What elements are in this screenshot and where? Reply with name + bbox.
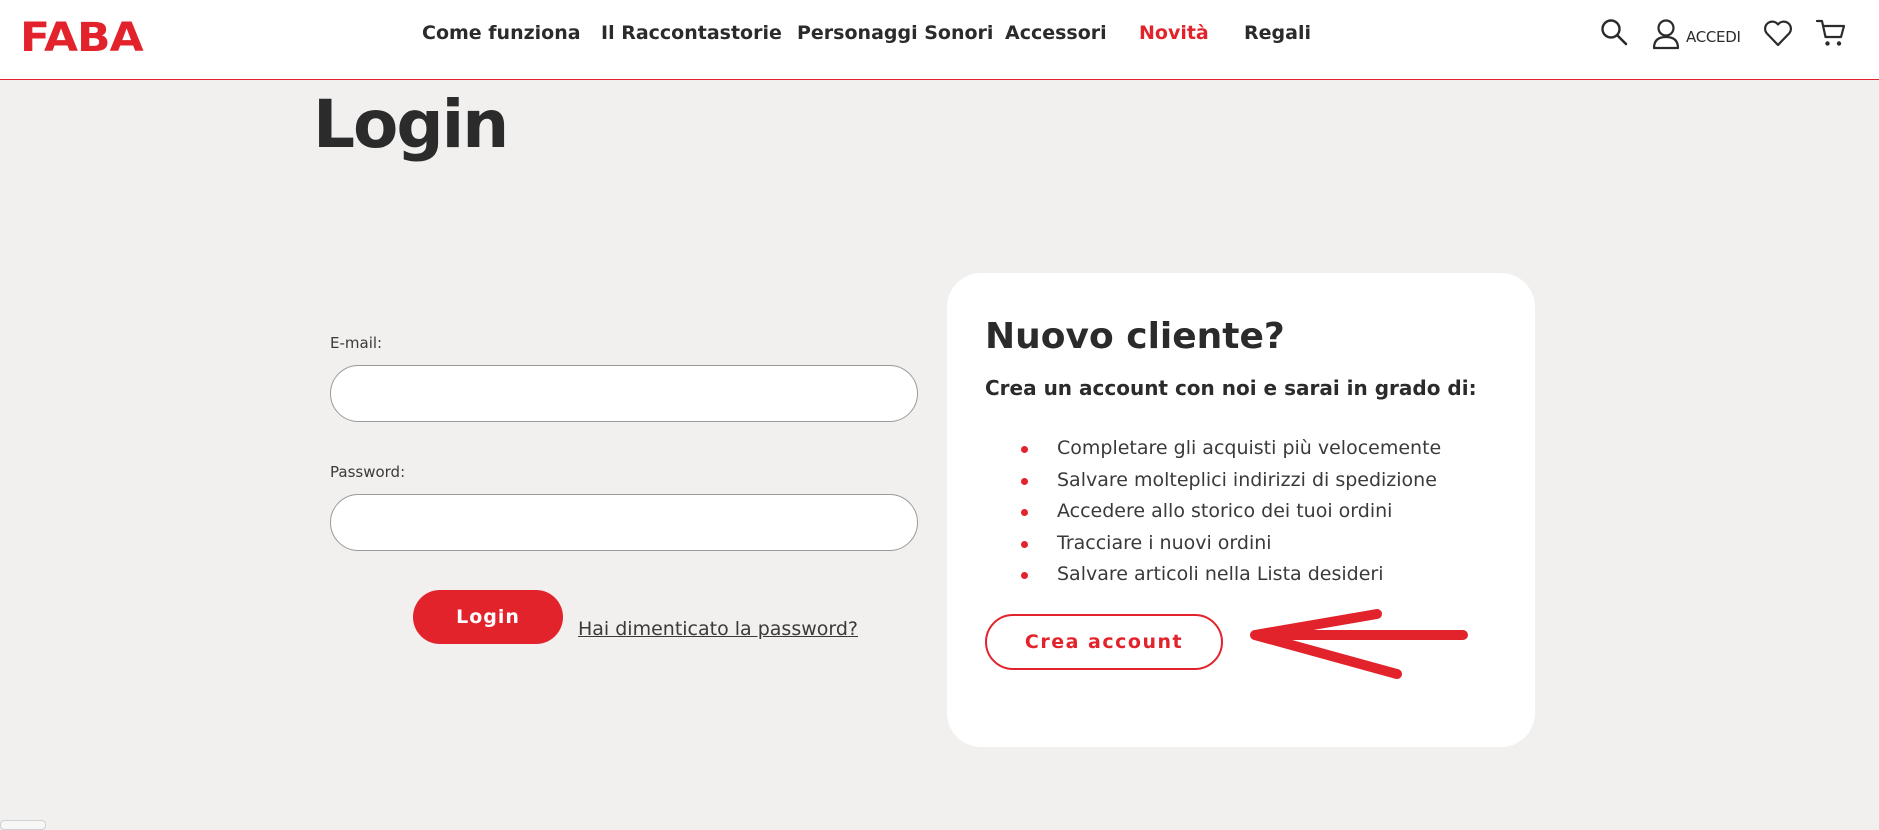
benefits-list: Completare gli acquisti più velocemente …: [1021, 437, 1441, 595]
corner-widget: [0, 820, 46, 830]
bullet-icon: [1021, 509, 1028, 516]
bullet-icon: [1021, 446, 1028, 453]
benefit-item: Salvare articoli nella Lista desideri: [1021, 563, 1441, 595]
forgot-password-link[interactable]: Hai dimenticato la password?: [578, 618, 858, 640]
accedi-label[interactable]: ACCEDI: [1686, 28, 1741, 46]
benefit-item: Accedere allo storico dei tuoi ordini: [1021, 500, 1441, 532]
nav-personaggi-sonori[interactable]: Personaggi Sonori: [797, 22, 993, 44]
password-field[interactable]: [330, 494, 918, 551]
login-button[interactable]: Login: [413, 590, 563, 644]
nav-regali[interactable]: Regali: [1244, 22, 1311, 44]
new-customer-subtitle: Crea un account con noi e sarai in grado…: [985, 376, 1477, 400]
search-icon[interactable]: [1600, 18, 1628, 46]
create-account-button[interactable]: Crea account: [985, 614, 1223, 670]
benefit-text: Completare gli acquisti più velocemente: [1057, 437, 1442, 459]
password-label: Password:: [330, 463, 406, 481]
cart-icon[interactable]: [1815, 18, 1847, 48]
user-icon[interactable]: [1651, 18, 1681, 50]
faba-logo[interactable]: FABA: [20, 14, 144, 61]
page-title: Login: [313, 86, 509, 163]
benefit-text: Tracciare i nuovi ordini: [1057, 531, 1272, 554]
benefit-item: Tracciare i nuovi ordini: [1021, 532, 1441, 564]
bullet-icon: [1021, 572, 1028, 579]
nav-accessori[interactable]: Accessori: [1005, 22, 1107, 44]
email-label: E-mail:: [330, 334, 383, 352]
benefit-text: Salvare articoli nella Lista desideri: [1057, 563, 1384, 585]
email-field[interactable]: [330, 365, 918, 422]
heart-icon[interactable]: [1763, 19, 1793, 47]
bullet-icon: [1021, 540, 1028, 548]
site-header: FABA Come funziona Il Raccontastorie Per…: [0, 0, 1879, 80]
benefit-item: Salvare molteplici indirizzi di spedizio…: [1021, 469, 1441, 501]
nav-novita[interactable]: Novità: [1139, 22, 1209, 44]
new-customer-title: Nuovo cliente?: [985, 316, 1285, 357]
benefit-text: Accedere allo storico dei tuoi ordini: [1057, 500, 1393, 522]
annotation-arrow-icon: [1250, 609, 1468, 679]
bullet-icon: [1021, 477, 1028, 485]
nav-come-funziona[interactable]: Come funziona: [422, 22, 581, 44]
benefit-text: Salvare molteplici indirizzi di spedizio…: [1057, 468, 1437, 491]
benefit-item: Completare gli acquisti più velocemente: [1021, 437, 1441, 469]
nav-il-raccontastorie[interactable]: Il Raccontastorie: [601, 22, 782, 44]
